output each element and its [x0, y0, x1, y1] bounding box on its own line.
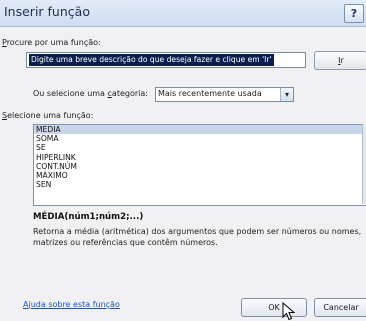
function-list-item[interactable]: SOMA	[34, 134, 366, 143]
function-list-item[interactable]: HIPERLINK	[34, 153, 366, 162]
category-value: Mais recentemente usada	[158, 89, 262, 98]
ok-button[interactable]: OK	[241, 298, 307, 317]
function-list[interactable]: MÉDIA SOMA SE HIPERLINK CONT.NÚM MÁXIMO SEN	[33, 124, 366, 206]
function-list-label: Selecione uma função:	[2, 111, 94, 120]
dialog-title: Inserir função	[4, 4, 90, 19]
insert-function-dialog: Inserir função ? Procure por uma função:…	[0, 0, 366, 321]
cancel-button[interactable]: Cancelar	[314, 298, 366, 317]
function-list-item[interactable]: SE	[34, 143, 366, 152]
function-syntax: MÉDIA(núm1;núm2;...)	[33, 212, 144, 222]
category-select[interactable]: Mais recentemente usada ▾	[155, 87, 294, 102]
search-input[interactable]: Digite uma breve descrição do que deseja…	[26, 52, 306, 68]
search-input-text: Digite uma breve descrição do que deseja…	[29, 54, 274, 66]
help-button[interactable]: ?	[344, 4, 364, 23]
search-label: Procure por uma função:	[2, 38, 101, 47]
category-label: Ou selecione uma categoria:	[33, 89, 148, 98]
help-link[interactable]: Ajuda sobre esta função	[23, 300, 120, 309]
function-list-item[interactable]: CONT.NÚM	[34, 162, 366, 171]
chevron-down-icon[interactable]: ▾	[280, 88, 293, 101]
function-list-item[interactable]: MÉDIA	[34, 125, 366, 135]
title-bar[interactable]: Inserir função ?	[0, 0, 366, 27]
function-list-scrollbar[interactable]	[362, 124, 366, 204]
go-button[interactable]: Ir	[314, 51, 366, 70]
function-list-item[interactable]: SEN	[34, 180, 366, 189]
function-list-item[interactable]: MÁXIMO	[34, 171, 366, 180]
function-description: Retorna a média (aritmética) dos argumen…	[33, 227, 362, 247]
mouse-pointer-icon	[282, 302, 296, 321]
